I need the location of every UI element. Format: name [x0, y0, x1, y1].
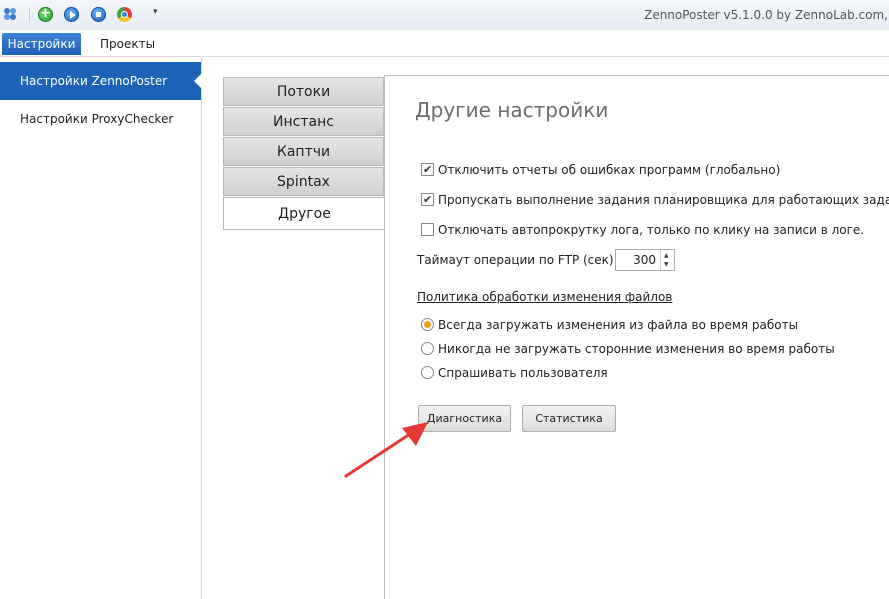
settings-panel	[384, 75, 889, 599]
app-title: ZennoPoster v5.1.0.0 by ZennoLab.com,	[644, 8, 888, 22]
ftp-timeout-stepper[interactable]: 300 ▲ ▼	[615, 249, 675, 271]
sidebar-item-zennoposter-settings[interactable]: Настройки ZennoPoster	[0, 62, 202, 100]
checkbox[interactable]	[421, 191, 434, 209]
chevron-up-icon[interactable]: ▲	[664, 252, 669, 259]
checkbox[interactable]	[421, 223, 434, 236]
spin-buttons[interactable]: ▲ ▼	[660, 250, 674, 270]
policy-group-title: Политика обработки изменения файлов	[417, 290, 673, 304]
tab-projects[interactable]: Проекты	[88, 33, 167, 55]
radio-label: Всегда загружать изменения из файла во в…	[438, 318, 799, 332]
browser-icon[interactable]	[117, 7, 132, 22]
radio-label: Никогда не загружать сторонние изменения…	[438, 342, 835, 356]
zennoposter-logo-icon[interactable]	[2, 6, 18, 22]
tab-instance[interactable]: Инстанс	[223, 107, 384, 136]
radio-button[interactable]	[421, 318, 434, 331]
tab-captcha[interactable]: Каптчи	[223, 137, 384, 166]
tab-settings[interactable]: Настройки	[2, 33, 81, 55]
customize-toolbar-icon[interactable]: ▾	[153, 7, 158, 17]
add-icon[interactable]: +	[38, 7, 53, 22]
tab-spintax[interactable]: Spintax	[223, 167, 384, 196]
chevron-down-icon[interactable]: ▼	[664, 261, 669, 268]
annotation-arrow-icon	[344, 422, 428, 478]
checkbox-label: Пропускать выполнение задания планировщи…	[438, 193, 889, 207]
statistics-button[interactable]: Статистика	[522, 405, 616, 432]
stop-icon[interactable]	[91, 7, 106, 22]
tab-threads[interactable]: Потоки	[223, 77, 384, 106]
radio-label: Спрашивать пользователя	[438, 366, 608, 380]
title-bar: + ▾ ZennoPoster v5.1.0.0 by ZennoLab.com…	[0, 0, 889, 30]
ftp-timeout-value[interactable]: 300	[633, 253, 656, 267]
radio-button[interactable]	[421, 342, 434, 355]
sidebar-item-proxychecker-settings[interactable]: Настройки ProxyChecker	[0, 100, 201, 138]
checkbox-label: Отключить отчеты об ошибках программ (гл…	[438, 163, 781, 177]
sidebar: Настройки ZennoPoster Настройки ProxyChe…	[0, 57, 202, 599]
panel-title: Другие настройки	[415, 98, 609, 122]
radio-button[interactable]	[421, 366, 434, 379]
ftp-timeout-label: Таймаут операции по FTP (сек):	[417, 253, 618, 267]
ribbon: Настройки Проекты	[0, 30, 889, 57]
checkbox[interactable]	[421, 161, 434, 179]
checkbox-label: Отключать автопрокрутку лога, только по …	[438, 223, 865, 237]
toolbar-separator	[29, 8, 30, 22]
tab-other[interactable]: Другое	[223, 197, 385, 230]
play-icon[interactable]	[64, 7, 79, 22]
